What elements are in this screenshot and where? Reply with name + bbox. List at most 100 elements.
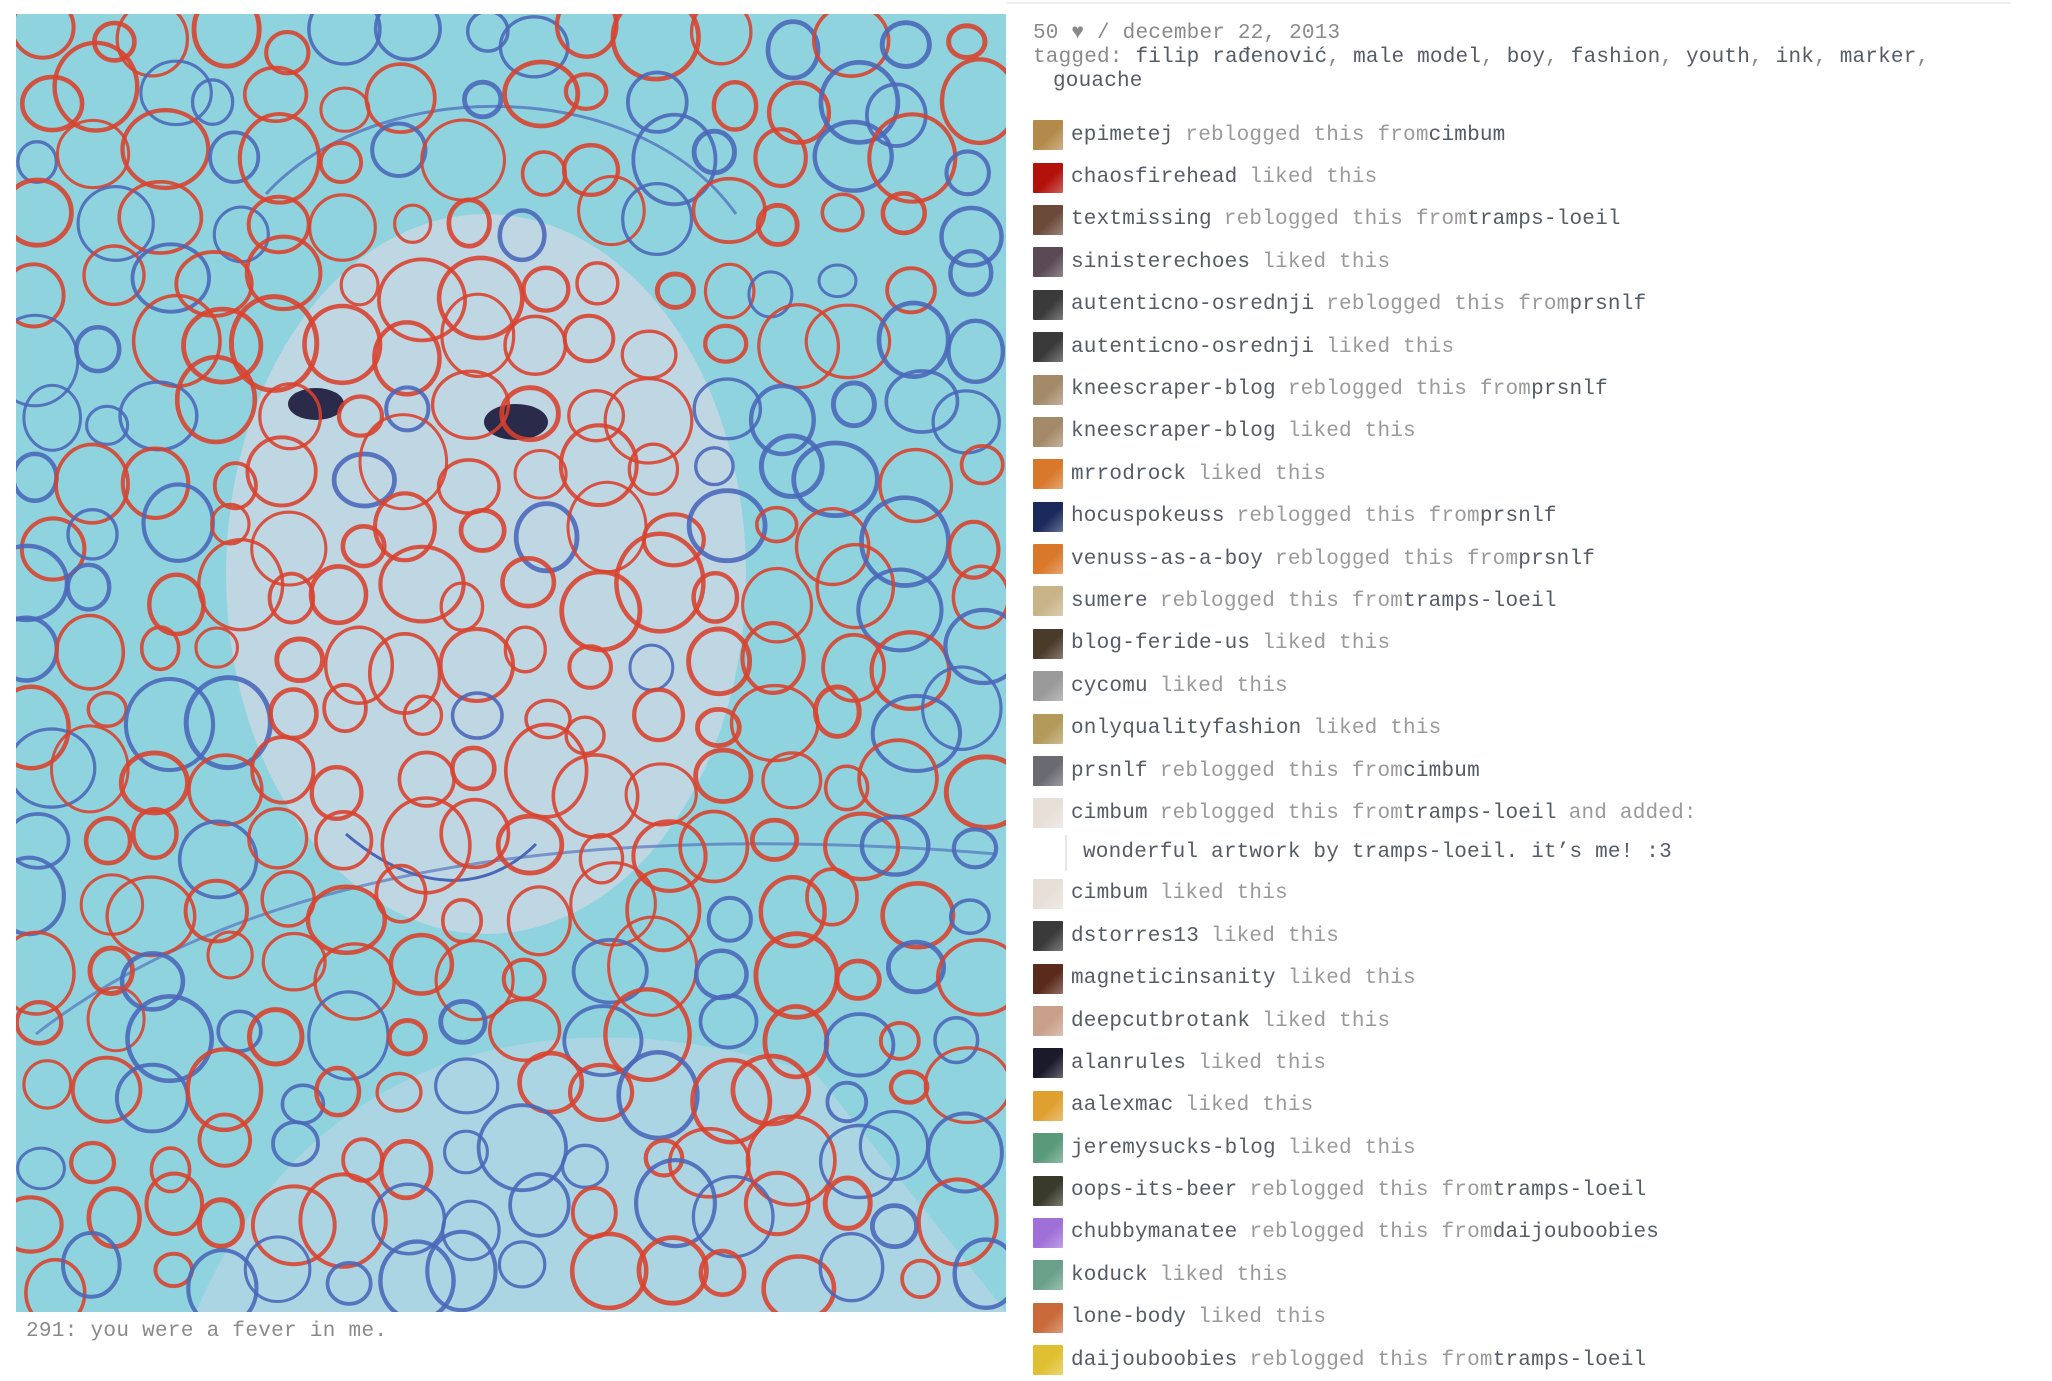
note-username[interactable]: cycomu	[1071, 675, 1148, 698]
note-action: liked this	[1262, 632, 1391, 656]
post-date-line: 50 ♥ / december 22, 2013	[1033, 22, 2023, 46]
note-action: liked this	[1159, 674, 1288, 698]
avatar[interactable]	[1033, 1048, 1063, 1079]
tag-link[interactable]: boy	[1507, 46, 1545, 69]
note-action: liked this	[1159, 1263, 1288, 1287]
note-username[interactable]: kneescraper-blog	[1071, 420, 1276, 443]
note-username[interactable]: cimbum	[1071, 802, 1148, 825]
avatar[interactable]	[1033, 120, 1063, 151]
note-source[interactable]: prsnlf	[1570, 293, 1647, 316]
avatar[interactable]	[1033, 1090, 1063, 1121]
avatar[interactable]	[1033, 1302, 1063, 1333]
note-username[interactable]: mrrodrock	[1071, 463, 1186, 486]
note-username[interactable]: aalexmac	[1071, 1094, 1173, 1117]
note-username[interactable]: dstorres13	[1071, 925, 1199, 948]
note-item: sumere reblogged this from tramps-loeil	[1033, 580, 2033, 622]
note-item: dstorres13 liked this	[1033, 915, 2033, 957]
avatar[interactable]	[1033, 289, 1063, 320]
note-source[interactable]: cimbum	[1429, 124, 1506, 147]
note-username[interactable]: magneticinsanity	[1071, 967, 1276, 990]
note-source[interactable]: tramps-loeil	[1493, 1179, 1647, 1202]
note-source[interactable]: tramps-loeil	[1493, 1349, 1647, 1372]
note-username[interactable]: jeremysucks-blog	[1071, 1137, 1276, 1160]
avatar[interactable]	[1033, 586, 1063, 617]
note-username[interactable]: textmissing	[1071, 208, 1212, 231]
note-username[interactable]: epimetej	[1071, 124, 1173, 147]
note-source[interactable]: cimbum	[1403, 760, 1480, 783]
tag-link[interactable]: gouache	[1053, 70, 1143, 93]
note-source[interactable]: prsnlf	[1480, 505, 1557, 528]
tag-link[interactable]: filip rađenović	[1135, 46, 1327, 69]
note-item: blog-feride-us liked this	[1033, 623, 2033, 665]
avatar[interactable]	[1033, 713, 1063, 744]
note-username[interactable]: koduck	[1071, 1264, 1148, 1287]
note-source[interactable]: tramps-loeil	[1467, 208, 1621, 231]
avatar[interactable]	[1033, 1133, 1063, 1164]
avatar[interactable]	[1033, 247, 1063, 278]
note-username[interactable]: hocuspokeuss	[1071, 505, 1225, 528]
note-username[interactable]: lone-body	[1071, 1306, 1186, 1329]
tag-link[interactable]: fashion	[1571, 46, 1661, 69]
note-username[interactable]: daijouboobies	[1071, 1349, 1237, 1372]
avatar[interactable]	[1033, 878, 1063, 909]
note-username[interactable]: autenticno-osrednji	[1071, 336, 1314, 359]
note-username[interactable]: alanrules	[1071, 1052, 1186, 1075]
avatar[interactable]	[1033, 1217, 1063, 1248]
avatar[interactable]	[1033, 798, 1063, 829]
tag-link[interactable]: marker	[1840, 46, 1917, 69]
note-username[interactable]: kneescraper-blog	[1071, 378, 1276, 401]
note-username[interactable]: chaosfirehead	[1071, 166, 1237, 189]
note-source[interactable]: prsnlf	[1531, 378, 1608, 401]
note-username[interactable]: cimbum	[1071, 882, 1148, 905]
tag-link[interactable]: ink	[1776, 46, 1814, 69]
tag-wrap: gouache	[1033, 70, 2023, 94]
avatar[interactable]	[1033, 544, 1063, 575]
note-username[interactable]: sumere	[1071, 590, 1148, 613]
note-suffix: and added:	[1568, 801, 1697, 825]
notes-count[interactable]: 50	[1033, 22, 1059, 45]
note-username[interactable]: sinisterechoes	[1071, 251, 1250, 274]
avatar[interactable]	[1033, 332, 1063, 363]
note-username[interactable]: venuss-as-a-boy	[1071, 548, 1263, 571]
note-action: reblogged this from	[1275, 547, 1519, 571]
avatar[interactable]	[1033, 459, 1063, 490]
avatar[interactable]	[1033, 204, 1063, 235]
avatar[interactable]	[1033, 374, 1063, 405]
avatar[interactable]	[1033, 963, 1063, 994]
note-source[interactable]: prsnlf	[1518, 548, 1595, 571]
note-source[interactable]: tramps-loeil	[1403, 590, 1557, 613]
avatar[interactable]	[1033, 1260, 1063, 1291]
note-item: magneticinsanity liked this	[1033, 957, 2033, 999]
note-username[interactable]: prsnlf	[1071, 760, 1148, 783]
note-source[interactable]: tramps-loeil	[1403, 802, 1557, 825]
note-username[interactable]: oops-its-beer	[1071, 1179, 1237, 1202]
note-source[interactable]: daijouboobies	[1493, 1221, 1659, 1244]
note-username[interactable]: onlyqualityfashion	[1071, 717, 1301, 740]
avatar[interactable]	[1033, 628, 1063, 659]
avatar[interactable]	[1033, 162, 1063, 193]
note-action: liked this	[1185, 1094, 1314, 1118]
tag-link[interactable]: male model	[1353, 46, 1481, 69]
note-username[interactable]: autenticno-osrednji	[1071, 293, 1314, 316]
note-username[interactable]: deepcutbrotank	[1071, 1010, 1250, 1033]
note-item: kneescraper-blog liked this	[1033, 411, 2033, 453]
avatar[interactable]	[1033, 921, 1063, 952]
tag-link[interactable]: youth	[1686, 46, 1750, 69]
avatar[interactable]	[1033, 671, 1063, 702]
note-item: kneescraper-blog reblogged this from prsnl…	[1033, 368, 2033, 410]
note-item: venuss-as-a-boy reblogged this from prsnlf	[1033, 538, 2033, 580]
avatar[interactable]	[1033, 1175, 1063, 1206]
note-action: reblogged this from	[1326, 293, 1570, 317]
note-username[interactable]: blog-feride-us	[1071, 632, 1250, 655]
avatar[interactable]	[1033, 501, 1063, 532]
notes-list: epimetej reblogged this from cimbum chaosfi…	[1033, 114, 2033, 1381]
avatar[interactable]	[1033, 1006, 1063, 1036]
post-date[interactable]: december 22, 2013	[1123, 22, 1341, 45]
post-meta: 50 ♥ / december 22, 2013 tagged: filip r…	[1033, 22, 2023, 94]
avatar[interactable]	[1033, 416, 1063, 447]
avatar[interactable]	[1033, 756, 1063, 787]
note-username[interactable]: chubbymanatee	[1071, 1221, 1237, 1244]
post-artwork[interactable]	[16, 14, 1006, 1312]
avatar[interactable]	[1033, 1345, 1063, 1376]
note-action: liked this	[1198, 1051, 1327, 1075]
